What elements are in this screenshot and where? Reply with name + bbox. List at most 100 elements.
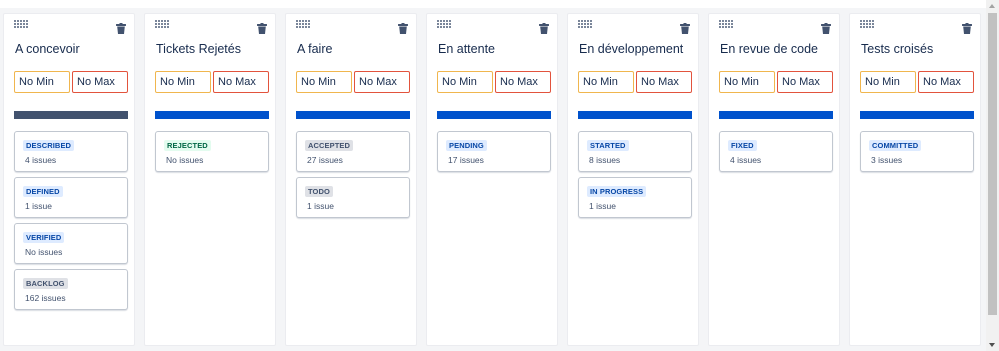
board-column[interactable]: Tickets Rejetés No Min No Max REJECTED No is… (144, 13, 276, 346)
status-card-list: DESCRIBED 4 issues DEFINED 1 issue VERIFIED N… (14, 131, 128, 315)
issue-count: 4 issues (730, 155, 762, 165)
column-limits: No Min No Max (14, 71, 128, 93)
status-card[interactable]: PENDING 17 issues (437, 131, 551, 172)
status-badge: FIXED (728, 140, 757, 151)
issue-count: 1 issue (589, 201, 616, 211)
status-card[interactable]: COMMITTED 3 issues (860, 131, 974, 172)
column-title: A faire (297, 42, 333, 56)
column-title: En attente (438, 42, 495, 56)
issue-count: 8 issues (589, 155, 621, 165)
board-column[interactable]: A faire No Min No Max ACCEPTED 27 issues TODO… (285, 13, 417, 346)
status-badge: BACKLOG (23, 278, 68, 289)
drag-handle-icon[interactable] (719, 20, 733, 28)
min-limit-input[interactable]: No Min (860, 71, 916, 93)
trash-icon[interactable] (398, 21, 408, 34)
scroll-up-arrow-icon[interactable] (989, 4, 995, 8)
board-column[interactable]: En revue de code No Min No Max FIXED 4 issue… (708, 13, 840, 346)
max-limit-input[interactable]: No Max (777, 71, 833, 93)
min-limit-input[interactable]: No Min (14, 71, 70, 93)
status-card[interactable]: FIXED 4 issues (719, 131, 833, 172)
min-limit-input[interactable]: No Min (719, 71, 775, 93)
trash-icon[interactable] (680, 21, 690, 34)
status-badge: DEFINED (23, 186, 63, 197)
max-limit-input[interactable]: No Max (72, 71, 128, 93)
status-badge: ACCEPTED (305, 140, 354, 151)
drag-handle-icon[interactable] (437, 20, 451, 28)
scroll-thumb[interactable] (988, 13, 997, 315)
column-header (568, 14, 698, 36)
status-card[interactable]: ACCEPTED 27 issues (296, 131, 410, 172)
min-limit-input[interactable]: No Min (578, 71, 634, 93)
column-limits: No Min No Max (578, 71, 692, 93)
status-card[interactable]: TODO 1 issue (296, 177, 410, 218)
column-title: Tests croisés (861, 42, 934, 56)
status-card[interactable]: IN PROGRESS 1 issue (578, 177, 692, 218)
board-column[interactable]: A concevoir No Min No Max DESCRIBED 4 issues… (3, 13, 135, 346)
trash-icon[interactable] (116, 21, 126, 34)
column-header (427, 14, 557, 36)
drag-handle-icon[interactable] (296, 20, 310, 28)
column-title: Tickets Rejetés (156, 42, 241, 56)
status-card[interactable]: REJECTED No issues (155, 131, 269, 172)
drag-handle-icon[interactable] (860, 20, 874, 28)
board-column[interactable]: Tests croisés No Min No Max COMMITTED 3 issu… (849, 13, 981, 346)
drag-handle-icon[interactable] (578, 20, 592, 28)
trash-icon[interactable] (821, 21, 831, 34)
column-header (709, 14, 839, 36)
column-color-bar (296, 111, 410, 119)
min-limit-input[interactable]: No Min (437, 71, 493, 93)
status-badge: REJECTED (164, 140, 211, 151)
board-column[interactable]: En développement No Min No Max STARTED 8 iss… (567, 13, 699, 346)
top-strip (0, 0, 986, 8)
max-limit-input[interactable]: No Max (636, 71, 692, 93)
issue-count: 27 issues (307, 155, 343, 165)
issue-count: 1 issue (25, 201, 52, 211)
status-card[interactable]: DEFINED 1 issue (14, 177, 128, 218)
issue-count: 17 issues (448, 155, 484, 165)
drag-handle-icon[interactable] (155, 20, 169, 28)
scroll-down-arrow-icon[interactable] (989, 343, 995, 347)
issue-count: No issues (166, 155, 204, 165)
issue-count: 162 issues (25, 293, 66, 303)
status-badge: COMMITTED (869, 140, 922, 151)
max-limit-input[interactable]: No Max (495, 71, 551, 93)
status-card[interactable]: BACKLOG 162 issues (14, 269, 128, 310)
status-card[interactable]: VERIFIED No issues (14, 223, 128, 264)
column-color-bar (860, 111, 974, 119)
column-color-bar (437, 111, 551, 119)
trash-icon[interactable] (962, 21, 972, 34)
column-color-bar (719, 111, 833, 119)
min-limit-input[interactable]: No Min (296, 71, 352, 93)
status-card-list: PENDING 17 issues (437, 131, 551, 177)
board-column[interactable]: En attente No Min No Max PENDING 17 issues (426, 13, 558, 346)
issue-count: 4 issues (25, 155, 57, 165)
column-title: En revue de code (720, 42, 818, 56)
column-limits: No Min No Max (860, 71, 974, 93)
status-badge: TODO (305, 186, 333, 197)
column-limits: No Min No Max (155, 71, 269, 93)
column-limits: No Min No Max (719, 71, 833, 93)
max-limit-input[interactable]: No Max (918, 71, 974, 93)
column-header (4, 14, 134, 36)
status-badge: DESCRIBED (23, 140, 75, 151)
issue-count: 1 issue (307, 201, 334, 211)
trash-icon[interactable] (257, 21, 267, 34)
min-limit-input[interactable]: No Min (155, 71, 211, 93)
max-limit-input[interactable]: No Max (213, 71, 269, 93)
vertical-scrollbar[interactable] (986, 0, 999, 351)
column-color-bar (578, 111, 692, 119)
board-page: A concevoir No Min No Max DESCRIBED 4 issues… (0, 0, 999, 351)
status-card-list: REJECTED No issues (155, 131, 269, 177)
column-color-bar (14, 111, 128, 119)
status-card[interactable]: STARTED 8 issues (578, 131, 692, 172)
status-card-list: STARTED 8 issues IN PROGRESS 1 issue (578, 131, 692, 223)
column-header (145, 14, 275, 36)
column-header (286, 14, 416, 36)
max-limit-input[interactable]: No Max (354, 71, 410, 93)
issue-count: No issues (25, 247, 63, 257)
status-card[interactable]: DESCRIBED 4 issues (14, 131, 128, 172)
status-card-list: ACCEPTED 27 issues TODO 1 issue (296, 131, 410, 223)
column-board: A concevoir No Min No Max DESCRIBED 4 issues… (3, 13, 990, 346)
drag-handle-icon[interactable] (14, 20, 28, 28)
trash-icon[interactable] (539, 21, 549, 34)
